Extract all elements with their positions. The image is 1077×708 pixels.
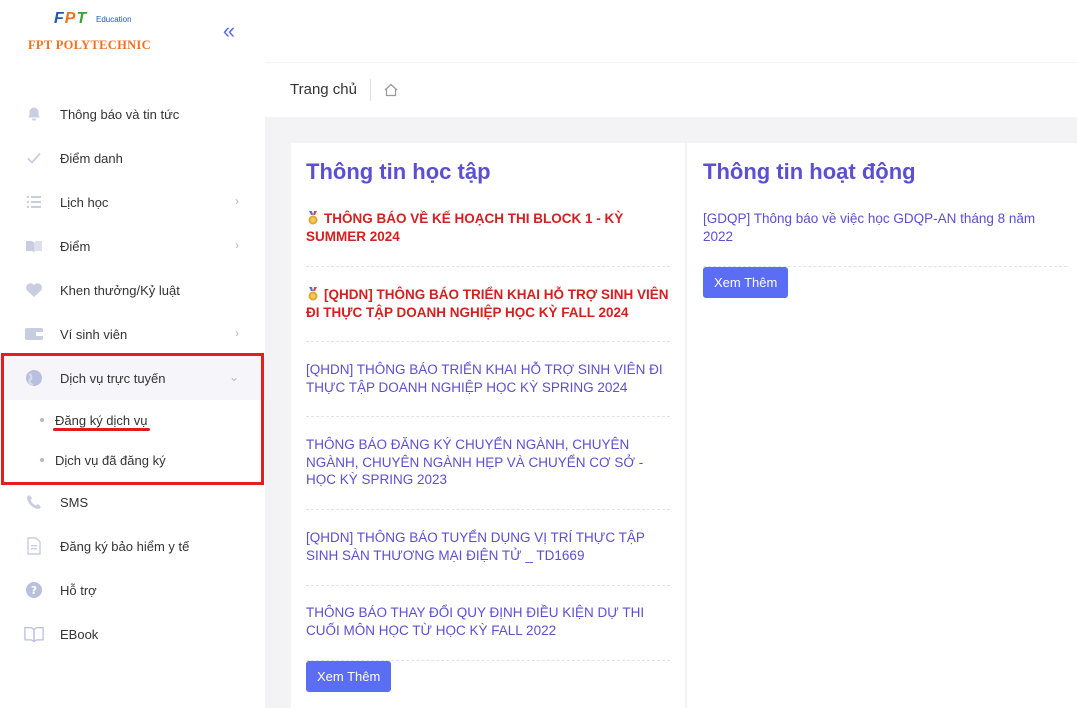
sidebar: FPT Education FPT POLYTECHNIC « Thông bá… xyxy=(0,0,265,708)
bell-icon xyxy=(24,104,44,124)
document-icon xyxy=(24,536,44,556)
logo-fpt-letters: FPT xyxy=(54,10,88,27)
sidebar-item-label: Lịch học xyxy=(60,194,109,210)
sidebar-item-ebook[interactable]: EBook xyxy=(0,612,265,656)
news-item[interactable]: [QHDN] THÔNG BÁO TRIỂN KHAI HỖ TRỢ SINH … xyxy=(306,361,670,396)
news-item-text: [QHDN] THÔNG BÁO TRIỂN KHAI HỖ TRỢ SINH … xyxy=(306,287,669,320)
red-underline-annotation xyxy=(53,428,150,431)
divider xyxy=(306,509,670,510)
list-icon xyxy=(24,192,44,212)
sidebar-item-label: Thông báo và tin tức xyxy=(60,106,180,122)
sidebar-item-label: Hỗ trợ xyxy=(60,582,97,598)
breadcrumb: Trang chủ xyxy=(265,63,1077,117)
bullet-dot xyxy=(40,458,44,462)
collapse-sidebar-button[interactable]: « xyxy=(218,20,240,42)
sidebar-subitem-label: Đăng ký dịch vụ xyxy=(55,412,148,428)
svg-text:?: ? xyxy=(31,584,37,597)
divider xyxy=(306,341,670,342)
news-item[interactable]: [QHDN] THÔNG BÁO TUYỂN DỤNG VỊ TRÍ THỰC … xyxy=(306,529,670,564)
sidebar-item-online-services[interactable]: Dịch vụ trực tuyến ⌄ xyxy=(0,356,265,400)
page-title: Trang chủ xyxy=(290,79,371,101)
sidebar-item-grades[interactable]: Điểm › xyxy=(0,224,265,268)
chevron-right-icon: › xyxy=(235,326,239,340)
divider xyxy=(306,266,670,267)
check-icon xyxy=(24,148,44,168)
divider xyxy=(306,585,670,586)
wallet-icon xyxy=(24,324,44,344)
activity-info-title: Thông tin hoạt động xyxy=(703,159,916,184)
sidebar-item-rewards[interactable]: Khen thưởng/Kỷ luật xyxy=(0,268,265,312)
heart-icon xyxy=(24,280,44,300)
globe-icon xyxy=(24,368,44,388)
sidebar-item-label: EBook xyxy=(60,626,99,642)
sidebar-subitem-register-service[interactable]: Đăng ký dịch vụ xyxy=(0,400,265,440)
sidebar-item-label: Đăng ký bảo hiểm y tế xyxy=(60,538,190,554)
sidebar-item-label: Ví sinh viên xyxy=(60,326,128,342)
sidebar-item-label: Khen thưởng/Kỷ luật xyxy=(60,282,180,298)
medal-icon xyxy=(306,287,320,301)
sidebar-item-notifications[interactable]: Thông báo và tin tức xyxy=(0,92,265,136)
sidebar-item-label: Dịch vụ trực tuyến xyxy=(60,370,166,386)
sidebar-item-sms[interactable]: SMS xyxy=(0,480,265,524)
learning-info-panel: Thông tin học tập THÔNG BÁO VỀ KẾ HOẠCH … xyxy=(291,143,685,708)
news-item-text: [QHDN] THÔNG BÁO TUYỂN DỤNG VỊ TRÍ THỰC … xyxy=(306,530,645,563)
activity-view-more-button[interactable]: Xem Thêm xyxy=(703,267,789,298)
phone-icon xyxy=(24,492,44,512)
help-icon: ? xyxy=(24,580,44,600)
news-item[interactable]: THÔNG BÁO VỀ KẾ HOẠCH THI BLOCK 1 - KỲ S… xyxy=(306,210,670,245)
fpt-polytechnic-logo[interactable]: FPT Education FPT POLYTECHNIC xyxy=(28,8,168,54)
sidebar-item-label: Điểm danh xyxy=(60,150,123,166)
sidebar-item-schedule[interactable]: Lịch học › xyxy=(0,180,265,224)
logo-education-text: Education xyxy=(96,15,132,24)
home-icon[interactable] xyxy=(384,83,398,97)
learning-view-more-button[interactable]: Xem Thêm xyxy=(306,661,392,692)
sidebar-item-attendance[interactable]: Điểm danh xyxy=(0,136,265,180)
news-item-text: THÔNG BÁO THAY ĐỔI QUY ĐỊNH ĐIỀU KIỆN DỰ… xyxy=(306,605,645,638)
news-item[interactable]: THÔNG BÁO THAY ĐỔI QUY ĐỊNH ĐIỀU KIỆN DỰ… xyxy=(306,604,670,639)
learning-info-title: Thông tin học tập xyxy=(306,159,491,184)
chevron-right-icon: › xyxy=(235,238,239,252)
sidebar-item-health-insurance[interactable]: Đăng ký bảo hiểm y tế xyxy=(0,524,265,568)
sidebar-item-label: SMS xyxy=(60,494,89,510)
sidebar-item-label: Điểm xyxy=(60,238,91,254)
news-item[interactable]: [QHDN] THÔNG BÁO TRIỂN KHAI HỖ TRỢ SINH … xyxy=(306,286,670,321)
bullet-dot xyxy=(40,418,44,422)
sidebar-item-wallet[interactable]: Ví sinh viên › xyxy=(0,312,265,356)
chevron-right-icon: › xyxy=(235,194,239,208)
news-item-text: [GDQP] Thông báo về việc học GDQP-AN thá… xyxy=(703,211,1036,244)
sidebar-subitem-registered-services[interactable]: Dịch vụ đã đăng ký xyxy=(0,440,265,480)
book-open-icon xyxy=(24,236,44,256)
top-header xyxy=(265,0,1077,62)
chevron-down-icon: ⌄ xyxy=(228,370,239,384)
sidebar-item-support[interactable]: ? Hỗ trợ xyxy=(0,568,265,612)
news-item-text: THÔNG BÁO VỀ KẾ HOẠCH THI BLOCK 1 - KỲ S… xyxy=(306,211,624,244)
activity-info-panel: Thông tin hoạt động [GDQP] Thông báo về … xyxy=(687,143,1077,708)
sidebar-subitem-label: Dịch vụ đã đăng ký xyxy=(55,452,166,468)
news-item[interactable]: [GDQP] Thông báo về việc học GDQP-AN thá… xyxy=(703,210,1063,245)
divider xyxy=(306,416,670,417)
news-item-text: THÔNG BÁO ĐĂNG KÝ CHUYỂN NGÀNH, CHUYÊN N… xyxy=(306,437,644,487)
open-book-icon xyxy=(24,624,44,644)
news-item[interactable]: THÔNG BÁO ĐĂNG KÝ CHUYỂN NGÀNH, CHUYÊN N… xyxy=(306,436,670,489)
news-item-text: [QHDN] THÔNG BÁO TRIỂN KHAI HỖ TRỢ SINH … xyxy=(306,362,663,395)
logo-polytechnic-text: FPT POLYTECHNIC xyxy=(28,38,151,52)
medal-icon xyxy=(306,211,320,225)
sidebar-menu: Thông báo và tin tức Điểm danh Lịch học … xyxy=(0,92,265,656)
